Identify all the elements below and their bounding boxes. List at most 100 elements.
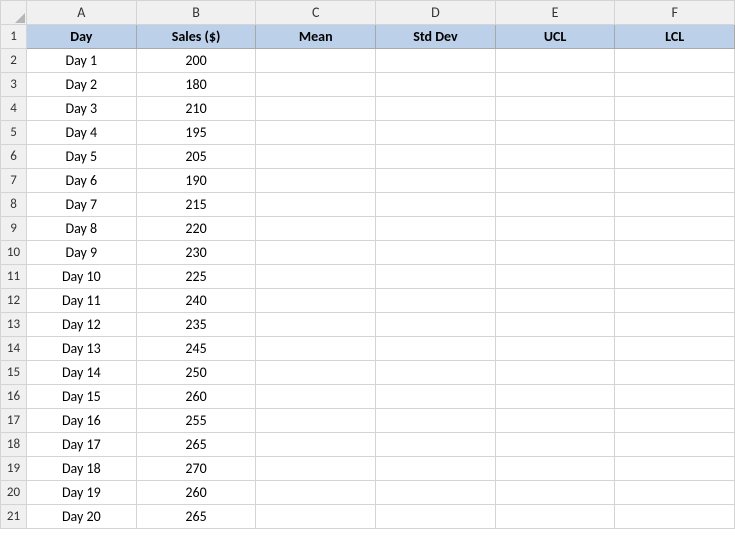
cell-F2[interactable] [615,49,735,73]
cell-C1[interactable]: Mean [256,25,376,49]
cell-E9[interactable] [495,217,615,241]
cell-C18[interactable] [256,433,376,457]
cell-B1[interactable]: Sales ($) [136,25,256,49]
cell-D9[interactable] [376,217,496,241]
cell-B12[interactable]: 240 [136,289,256,313]
cell-F21[interactable] [615,505,735,529]
cell-A13[interactable]: Day 12 [26,313,136,337]
cell-F15[interactable] [615,361,735,385]
cell-F5[interactable] [615,121,735,145]
cell-C4[interactable] [256,97,376,121]
row-header-21[interactable]: 21 [1,505,27,529]
cell-A15[interactable]: Day 14 [26,361,136,385]
cell-B19[interactable]: 270 [136,457,256,481]
cell-B6[interactable]: 205 [136,145,256,169]
row-header-14[interactable]: 14 [1,337,27,361]
cell-B16[interactable]: 260 [136,385,256,409]
cell-A17[interactable]: Day 16 [26,409,136,433]
cell-D18[interactable] [376,433,496,457]
cell-D4[interactable] [376,97,496,121]
cell-E6[interactable] [495,145,615,169]
cell-F17[interactable] [615,409,735,433]
cell-C19[interactable] [256,457,376,481]
col-header-B[interactable]: B [136,1,256,25]
row-header-1[interactable]: 1 [1,25,27,49]
cell-D19[interactable] [376,457,496,481]
cell-E8[interactable] [495,193,615,217]
cell-B20[interactable]: 260 [136,481,256,505]
cell-B14[interactable]: 245 [136,337,256,361]
cell-A1[interactable]: Day [26,25,136,49]
cell-B7[interactable]: 190 [136,169,256,193]
cell-F19[interactable] [615,457,735,481]
row-header-6[interactable]: 6 [1,145,27,169]
cell-C21[interactable] [256,505,376,529]
cell-C6[interactable] [256,145,376,169]
cell-E13[interactable] [495,313,615,337]
cell-E7[interactable] [495,169,615,193]
cell-F20[interactable] [615,481,735,505]
cell-C17[interactable] [256,409,376,433]
cell-D15[interactable] [376,361,496,385]
cell-C8[interactable] [256,193,376,217]
select-all-corner[interactable] [1,1,27,25]
row-header-9[interactable]: 9 [1,217,27,241]
cell-C10[interactable] [256,241,376,265]
cell-D20[interactable] [376,481,496,505]
cell-B13[interactable]: 235 [136,313,256,337]
cell-A5[interactable]: Day 4 [26,121,136,145]
cell-C15[interactable] [256,361,376,385]
cell-D11[interactable] [376,265,496,289]
cell-F10[interactable] [615,241,735,265]
cell-A9[interactable]: Day 8 [26,217,136,241]
cell-B17[interactable]: 255 [136,409,256,433]
cell-E12[interactable] [495,289,615,313]
row-header-10[interactable]: 10 [1,241,27,265]
cell-A10[interactable]: Day 9 [26,241,136,265]
cell-C20[interactable] [256,481,376,505]
cell-E15[interactable] [495,361,615,385]
row-header-12[interactable]: 12 [1,289,27,313]
cell-A12[interactable]: Day 11 [26,289,136,313]
row-header-18[interactable]: 18 [1,433,27,457]
cell-E1[interactable]: UCL [495,25,615,49]
cell-C13[interactable] [256,313,376,337]
cell-C9[interactable] [256,217,376,241]
cell-D12[interactable] [376,289,496,313]
cell-F9[interactable] [615,217,735,241]
cell-F18[interactable] [615,433,735,457]
cell-B10[interactable]: 230 [136,241,256,265]
cell-F8[interactable] [615,193,735,217]
cell-F1[interactable]: LCL [615,25,735,49]
col-header-A[interactable]: A [26,1,136,25]
cell-D21[interactable] [376,505,496,529]
cell-B21[interactable]: 265 [136,505,256,529]
cell-B2[interactable]: 200 [136,49,256,73]
cell-E19[interactable] [495,457,615,481]
cell-C5[interactable] [256,121,376,145]
cell-A3[interactable]: Day 2 [26,73,136,97]
cell-E21[interactable] [495,505,615,529]
cell-A20[interactable]: Day 19 [26,481,136,505]
cell-E3[interactable] [495,73,615,97]
cell-F11[interactable] [615,265,735,289]
col-header-F[interactable]: F [615,1,735,25]
cell-C14[interactable] [256,337,376,361]
cell-A7[interactable]: Day 6 [26,169,136,193]
col-header-C[interactable]: C [256,1,376,25]
cell-E4[interactable] [495,97,615,121]
row-header-19[interactable]: 19 [1,457,27,481]
cell-F14[interactable] [615,337,735,361]
cell-E17[interactable] [495,409,615,433]
cell-F3[interactable] [615,73,735,97]
cell-F6[interactable] [615,145,735,169]
row-header-3[interactable]: 3 [1,73,27,97]
col-header-D[interactable]: D [376,1,496,25]
row-header-17[interactable]: 17 [1,409,27,433]
cell-C3[interactable] [256,73,376,97]
cell-B8[interactable]: 215 [136,193,256,217]
cell-C11[interactable] [256,265,376,289]
cell-A11[interactable]: Day 10 [26,265,136,289]
cell-D8[interactable] [376,193,496,217]
cell-B3[interactable]: 180 [136,73,256,97]
